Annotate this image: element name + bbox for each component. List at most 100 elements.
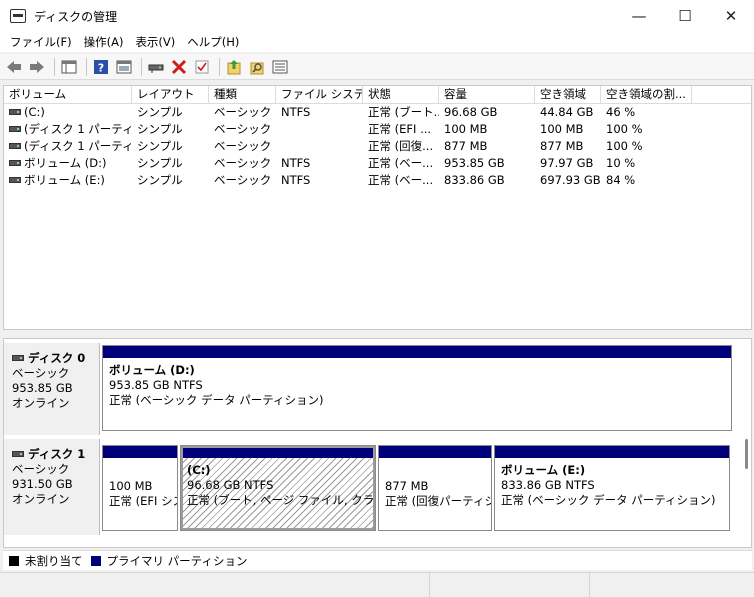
disk-0-name-line: ディスク 0: [12, 351, 99, 366]
legend-unallocated: 未割り当て: [25, 553, 83, 568]
partition-status: 正常 (ブート, ページ ファイル, クラッシュ ダ: [187, 493, 375, 507]
disk-0-size: 953.85 GB: [12, 381, 73, 395]
volume-name: (C:): [24, 105, 45, 119]
partition-info: ボリューム (D:) 953.85 GB NTFS 正常 (ベーシック データ …: [103, 358, 731, 408]
column-header-free-percent[interactable]: 空き領域の割...: [601, 86, 692, 103]
close-icon: ✕: [724, 7, 738, 25]
back-button[interactable]: [4, 57, 24, 77]
free-space-cell: 100 MB: [540, 122, 584, 136]
column-header-volume[interactable]: ボリューム: [4, 86, 132, 103]
partition-name: (C:): [187, 463, 211, 477]
column-header-type[interactable]: 種類: [209, 86, 276, 103]
delete-icon: [171, 59, 187, 74]
partition-volume-e[interactable]: ボリューム (E:) 833.86 GB NTFS 正常 (ベーシック データ …: [494, 445, 730, 531]
drive-icon: [9, 159, 21, 166]
console-tree-icon: [61, 60, 77, 73]
menu-action[interactable]: 操作(A): [78, 34, 130, 50]
free-percent-cell: 100 %: [606, 139, 643, 153]
properties-button[interactable]: [192, 57, 212, 77]
disk-1-label[interactable]: ディスク 1 ベーシック 931.50 GB オンライン: [4, 439, 100, 535]
settings-list-icon: [272, 60, 288, 73]
partition-name: ボリューム (D:): [109, 363, 195, 377]
settings-list-button[interactable]: [270, 57, 290, 77]
free-percent-cell: 100 %: [606, 122, 643, 136]
partition-status: 正常 (回復パーティシ: [385, 494, 491, 508]
primary-partition-bar: [103, 446, 177, 458]
column-header-capacity[interactable]: 容量: [439, 86, 535, 103]
status-cell-main: [0, 573, 430, 597]
status-cell-secondary: [430, 573, 590, 597]
volume-cell: ボリューム (D:): [4, 155, 132, 172]
primary-partition-bar: [379, 446, 491, 458]
drive-icon: [9, 142, 21, 149]
table-row[interactable]: ボリューム (E:) シンプル ベーシック NTFS 正常 (ベー... 833…: [4, 172, 751, 189]
volume-cell: (ディスク 1 パーティシ...: [4, 138, 132, 155]
primary-partition-bar: [495, 446, 729, 458]
partition-info: ボリューム (E:) 833.86 GB NTFS 正常 (ベーシック データ …: [495, 458, 729, 508]
disk-0-label[interactable]: ディスク 0 ベーシック 953.85 GB オンライン: [4, 343, 100, 435]
connect-drive-button[interactable]: [146, 57, 166, 77]
disk-1-size: 931.50 GB: [12, 477, 73, 491]
partition-efi[interactable]: 100 MB 正常 (EFI シス: [102, 445, 178, 531]
disk-icon: [12, 354, 24, 361]
column-header-filesystem[interactable]: ファイル システム: [276, 86, 363, 103]
partition-status: 正常 (EFI シス: [109, 494, 177, 508]
partition-info: (C:) 96.68 GB NTFS 正常 (ブート, ページ ファイル, クラ…: [181, 458, 375, 530]
drive-icon: [9, 125, 21, 132]
legend: 未割り当て プライマリ パーティション: [3, 550, 752, 570]
column-header-free-space[interactable]: 空き領域: [535, 86, 601, 103]
disk-0-name: ディスク 0: [28, 351, 86, 365]
title-bar: ディスクの管理 — ☐ ✕: [0, 0, 754, 32]
back-icon: [7, 60, 21, 73]
type-cell: ベーシック: [214, 139, 272, 153]
menu-view[interactable]: 表示(V): [129, 34, 181, 50]
rescan-button[interactable]: [247, 57, 267, 77]
status-cell: 正常 (ベー...: [368, 156, 434, 170]
menu-bar: ファイル(F) 操作(A) 表示(V) ヘルプ(H): [0, 32, 754, 52]
volume-list: ボリューム レイアウト 種類 ファイル システム 状態 容量 空き領域 空き領域…: [3, 85, 752, 330]
console-tree-button[interactable]: [59, 57, 79, 77]
delete-button[interactable]: [169, 57, 189, 77]
pane-splitter[interactable]: [0, 332, 754, 336]
capacity-cell: 96.68 GB: [444, 105, 498, 119]
partition-status: 正常 (ベーシック データ パーティション): [109, 393, 324, 407]
forward-button[interactable]: [27, 57, 47, 77]
table-row[interactable]: (C:) シンプル ベーシック NTFS 正常 (ブート... 96.68 GB…: [4, 104, 751, 121]
table-row[interactable]: (ディスク 1 パーティシ... シンプル ベーシック 正常 (EFI ... …: [4, 121, 751, 138]
partition-recovery[interactable]: 877 MB 正常 (回復パーティシ: [378, 445, 492, 531]
window-controls: — ☐ ✕: [616, 0, 754, 32]
menu-help[interactable]: ヘルプ(H): [181, 34, 245, 50]
table-row[interactable]: ボリューム (D:) シンプル ベーシック NTFS 正常 (ベー... 953…: [4, 155, 751, 172]
menu-file[interactable]: ファイル(F): [4, 34, 78, 50]
show-pane-button[interactable]: [114, 57, 134, 77]
status-cell-tertiary: [590, 573, 754, 597]
column-header-layout[interactable]: レイアウト: [132, 86, 209, 103]
table-row[interactable]: (ディスク 1 パーティシ... シンプル ベーシック 正常 (回復... 87…: [4, 138, 751, 155]
volume-name: ボリューム (E:): [24, 173, 105, 187]
minimize-button[interactable]: —: [616, 0, 662, 32]
partition-status: 正常 (ベーシック データ パーティション): [501, 493, 716, 507]
disk-view-scrollbar[interactable]: [741, 439, 751, 499]
status-cell: 正常 (EFI ...: [368, 122, 432, 136]
layout-cell: シンプル: [137, 139, 183, 153]
capacity-cell: 953.85 GB: [444, 156, 505, 170]
volume-name: (ディスク 1 パーティシ...: [24, 139, 132, 153]
help-button[interactable]: ?: [91, 57, 111, 77]
disk-1-name-line: ディスク 1: [12, 447, 99, 462]
status-cell: 正常 (ブート...: [368, 105, 439, 119]
volume-name: ボリューム (D:): [24, 156, 107, 170]
forward-icon: [30, 60, 44, 73]
close-button[interactable]: ✕: [708, 0, 754, 32]
partition-c[interactable]: (C:) 96.68 GB NTFS 正常 (ブート, ページ ファイル, クラ…: [180, 445, 376, 531]
free-percent-cell: 10 %: [606, 156, 636, 170]
column-header-status[interactable]: 状態: [363, 86, 439, 103]
import-button[interactable]: [224, 57, 244, 77]
volume-cell: (C:): [4, 104, 132, 121]
show-pane-icon: [116, 60, 132, 73]
partition-size: 953.85 GB NTFS: [109, 378, 203, 392]
scrollbar-thumb[interactable]: [745, 439, 748, 469]
partition-volume-d[interactable]: ボリューム (D:) 953.85 GB NTFS 正常 (ベーシック データ …: [102, 345, 732, 431]
capacity-cell: 100 MB: [444, 122, 488, 136]
help-icon: ?: [94, 59, 108, 74]
maximize-button[interactable]: ☐: [662, 0, 708, 32]
